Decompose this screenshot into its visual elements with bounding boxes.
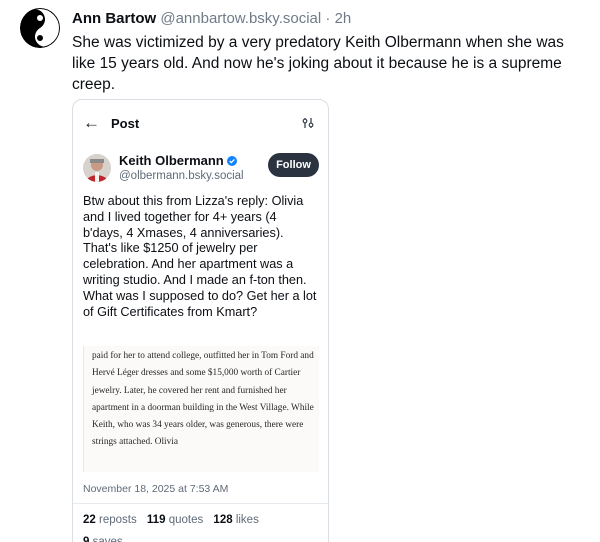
author-name[interactable]: Ann Bartow	[72, 10, 156, 27]
embedded-screenshot[interactable]: ← Post Keith Olbermann @olbermann.bsky.s…	[72, 99, 329, 542]
author-avatar[interactable]	[20, 8, 60, 48]
verified-badge-icon	[226, 156, 237, 166]
sliders-icon	[302, 118, 314, 128]
yin-yang-icon	[20, 8, 60, 48]
quotes-stat: 119 quotes	[146, 514, 204, 526]
clipping-text: paid for her to attend college, outfitte…	[92, 351, 314, 448]
post-header: Ann Bartow @annbartow.bsky.social · 2h	[72, 9, 351, 29]
follow-button: Follow	[268, 153, 319, 177]
inner-post-date: November 18, 2025 at 7:53 AM	[83, 483, 229, 495]
inner-author-name: Keith Olbermann	[119, 153, 237, 168]
inner-author-avatar	[83, 154, 111, 182]
inner-post-stats: 22 reposts 119 quotes 128 likes	[83, 514, 266, 526]
separator-dot: ·	[325, 10, 331, 27]
embed-title: Post	[111, 116, 140, 131]
arrow-left-icon: ←	[83, 113, 100, 132]
post-text: She was victimized by a very predatory K…	[72, 34, 564, 93]
portrait-icon	[83, 154, 111, 182]
embed-topbar: ← Post	[73, 100, 328, 148]
reposts-stat: 22 reposts	[83, 514, 137, 526]
saves-stat: 9 saves	[83, 536, 123, 542]
feed-post[interactable]: Ann Bartow @annbartow.bsky.social · 2h S…	[0, 0, 600, 542]
inner-post-text: Btw about this from Lizza's reply: Olivi…	[83, 194, 317, 319]
post-time[interactable]: 2h	[335, 10, 352, 27]
author-handle[interactable]: @annbartow.bsky.social	[160, 10, 321, 27]
inner-author-handle: @olbermann.bsky.social	[119, 170, 244, 182]
divider	[73, 503, 328, 504]
likes-stat: 128 likes	[213, 514, 259, 526]
article-clipping: paid for her to attend college, outfitte…	[83, 346, 319, 472]
